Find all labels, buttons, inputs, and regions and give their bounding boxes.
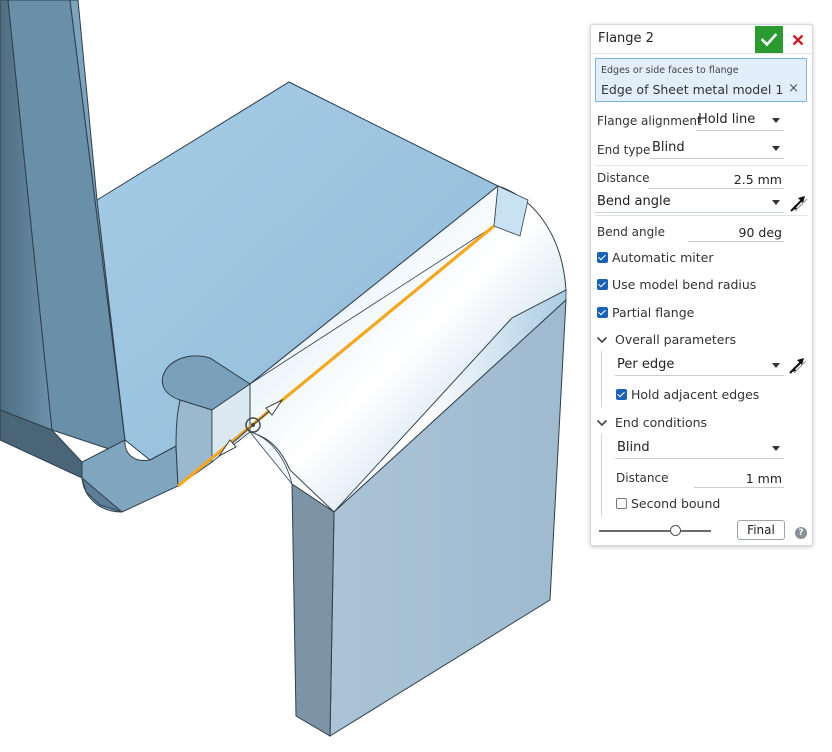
bend-angle-label: Bend angle (597, 225, 665, 239)
confirm-button[interactable] (755, 26, 783, 53)
section-guide-line (601, 434, 602, 516)
hold-adjacent-edges-label: Hold adjacent edges (631, 387, 760, 402)
chevron-down-icon (772, 363, 780, 368)
rollback-slider-handle[interactable] (670, 525, 681, 536)
selection-field-value: Edge of Sheet metal model 1 (601, 82, 784, 97)
chevron-down-icon[interactable] (596, 418, 608, 428)
end-condition-type-value: Blind (617, 440, 650, 455)
second-bound-label: Second bound (631, 496, 721, 511)
edge-selection-field[interactable]: Edges or side faces to flange Edge of Sh… (595, 58, 807, 102)
clear-selection-icon[interactable]: × (788, 81, 799, 96)
end-distance-label: Distance (616, 471, 669, 485)
end-type-label: End type (597, 143, 651, 157)
flange-alignment-value: Hold line (698, 112, 756, 127)
bend-mode-dropdown[interactable]: Bend angle (595, 192, 784, 213)
end-conditions-section[interactable]: End conditions (615, 415, 707, 430)
close-icon (792, 34, 804, 45)
chevron-down-icon[interactable] (596, 335, 608, 345)
second-bound-checkbox[interactable] (616, 498, 627, 509)
end-distance-input[interactable]: 1 mm (694, 468, 784, 488)
overall-mode-value: Per edge (617, 357, 675, 372)
bend-angle-input[interactable]: 90 deg (688, 222, 784, 242)
end-condition-type-dropdown[interactable]: Blind (615, 438, 784, 459)
automatic-miter-checkbox[interactable] (597, 252, 608, 263)
dialog-title: Flange 2 (598, 31, 654, 46)
automatic-miter-label: Automatic miter (612, 250, 714, 265)
divider (595, 165, 807, 166)
flange-alignment-label: Flange alignment (597, 114, 702, 128)
end-type-value: Blind (652, 140, 685, 155)
bend-angle-value: 90 deg (738, 225, 782, 240)
hold-adjacent-edges-checkbox[interactable] (616, 389, 627, 400)
partial-flange-label: Partial flange (612, 305, 695, 320)
flange-alignment-dropdown[interactable]: Hold line (696, 110, 784, 131)
cancel-button[interactable] (785, 26, 811, 53)
end-distance-value: 1 mm (745, 471, 782, 486)
rollback-slider-track[interactable] (599, 530, 711, 532)
partial-flange-checkbox[interactable] (597, 307, 608, 318)
use-model-bend-radius-label: Use model bend radius (612, 277, 757, 292)
chevron-down-icon (772, 146, 780, 151)
final-button[interactable]: Final (737, 520, 785, 540)
divider (595, 215, 807, 216)
distance-input[interactable]: 2.5 mm (648, 169, 784, 189)
checkmark-icon (761, 32, 777, 46)
chevron-down-icon (772, 446, 780, 451)
overall-parameters-section[interactable]: Overall parameters (615, 332, 736, 347)
selection-field-label: Edges or side faces to flange (601, 65, 739, 76)
dialog-header: Flange 2 (591, 25, 812, 54)
flange-dialog: Flange 2 Edges or side faces to flange E… (590, 24, 813, 546)
flip-direction-icon[interactable] (789, 193, 809, 213)
use-model-bend-radius-checkbox[interactable] (597, 279, 608, 290)
bend-mode-value: Bend angle (597, 194, 671, 209)
section-guide-line (601, 351, 602, 407)
help-icon[interactable]: ? (795, 527, 807, 539)
flange-face-side[interactable] (291, 483, 335, 737)
flip-direction-icon[interactable] (788, 355, 808, 375)
chevron-down-icon (772, 200, 780, 205)
chevron-down-icon (772, 118, 780, 123)
overall-mode-dropdown[interactable]: Per edge (615, 355, 784, 376)
distance-label: Distance (597, 171, 650, 185)
distance-value: 2.5 mm (733, 172, 782, 187)
end-type-dropdown[interactable]: Blind (650, 138, 784, 159)
